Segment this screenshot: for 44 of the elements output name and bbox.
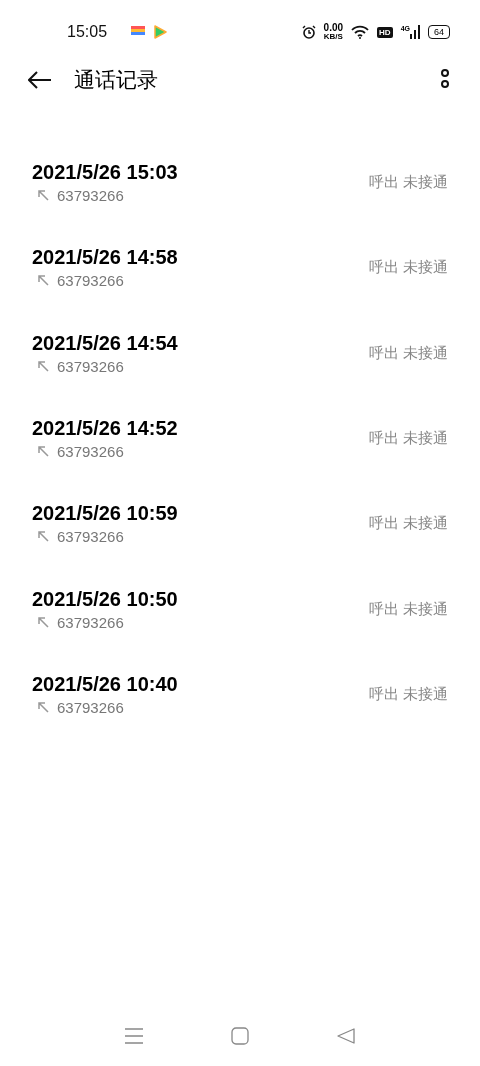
call-status: 呼出 未接通 [368, 173, 448, 193]
phone-number: 63793266 [57, 443, 124, 461]
play-icon [153, 25, 168, 39]
signal-icon [410, 25, 420, 39]
page-title: 通话记录 [74, 67, 158, 93]
menu-icon[interactable] [125, 1028, 143, 1044]
app-notification-icon [131, 26, 146, 38]
call-status: 呼出 未接通 [368, 258, 448, 278]
call-status: 呼出 未接通 [368, 343, 448, 363]
back-icon[interactable] [337, 1028, 355, 1044]
outgoing-call-icon [38, 275, 49, 287]
battery-level: 64 [428, 25, 450, 39]
outgoing-call-icon [38, 701, 49, 713]
speed-value: 0.00 [323, 23, 344, 33]
status-time: 15:05 [67, 23, 108, 41]
outgoing-call-icon [38, 531, 49, 543]
call-status: 呼出 未接通 [368, 684, 448, 704]
call-time: 2021/5/26 10:40 [32, 672, 178, 696]
alarm-icon [301, 25, 316, 39]
call-status: 呼出 未接通 [368, 514, 448, 534]
call-time: 2021/5/26 14:58 [32, 246, 178, 270]
phone-number: 63793266 [57, 613, 124, 631]
speed-unit: KB/S [323, 33, 343, 41]
outgoing-call-icon [38, 446, 49, 458]
outgoing-call-icon [38, 616, 49, 628]
outgoing-call-icon [38, 190, 49, 202]
home-icon[interactable] [231, 1027, 249, 1045]
more-options-icon[interactable] [440, 69, 450, 91]
phone-number: 63793266 [57, 272, 124, 290]
call-time: 2021/5/26 10:50 [32, 587, 178, 611]
call-status: 呼出 未接通 [368, 599, 448, 619]
call-time: 2021/5/26 14:54 [32, 331, 178, 355]
call-time: 2021/5/26 10:59 [32, 502, 178, 526]
outgoing-call-icon [38, 360, 49, 372]
phone-number: 63793266 [57, 357, 124, 375]
call-time: 2021/5/26 14:52 [32, 417, 178, 441]
call-time: 2021/5/26 15:03 [32, 161, 178, 185]
phone-number: 63793266 [57, 698, 124, 716]
phone-number: 63793266 [57, 528, 124, 546]
phone-number: 63793266 [57, 187, 124, 205]
wifi-icon [351, 25, 370, 39]
call-status: 呼出 未接通 [368, 429, 448, 449]
back-arrow-icon[interactable] [28, 71, 52, 89]
hd-badge: HD [377, 26, 393, 38]
